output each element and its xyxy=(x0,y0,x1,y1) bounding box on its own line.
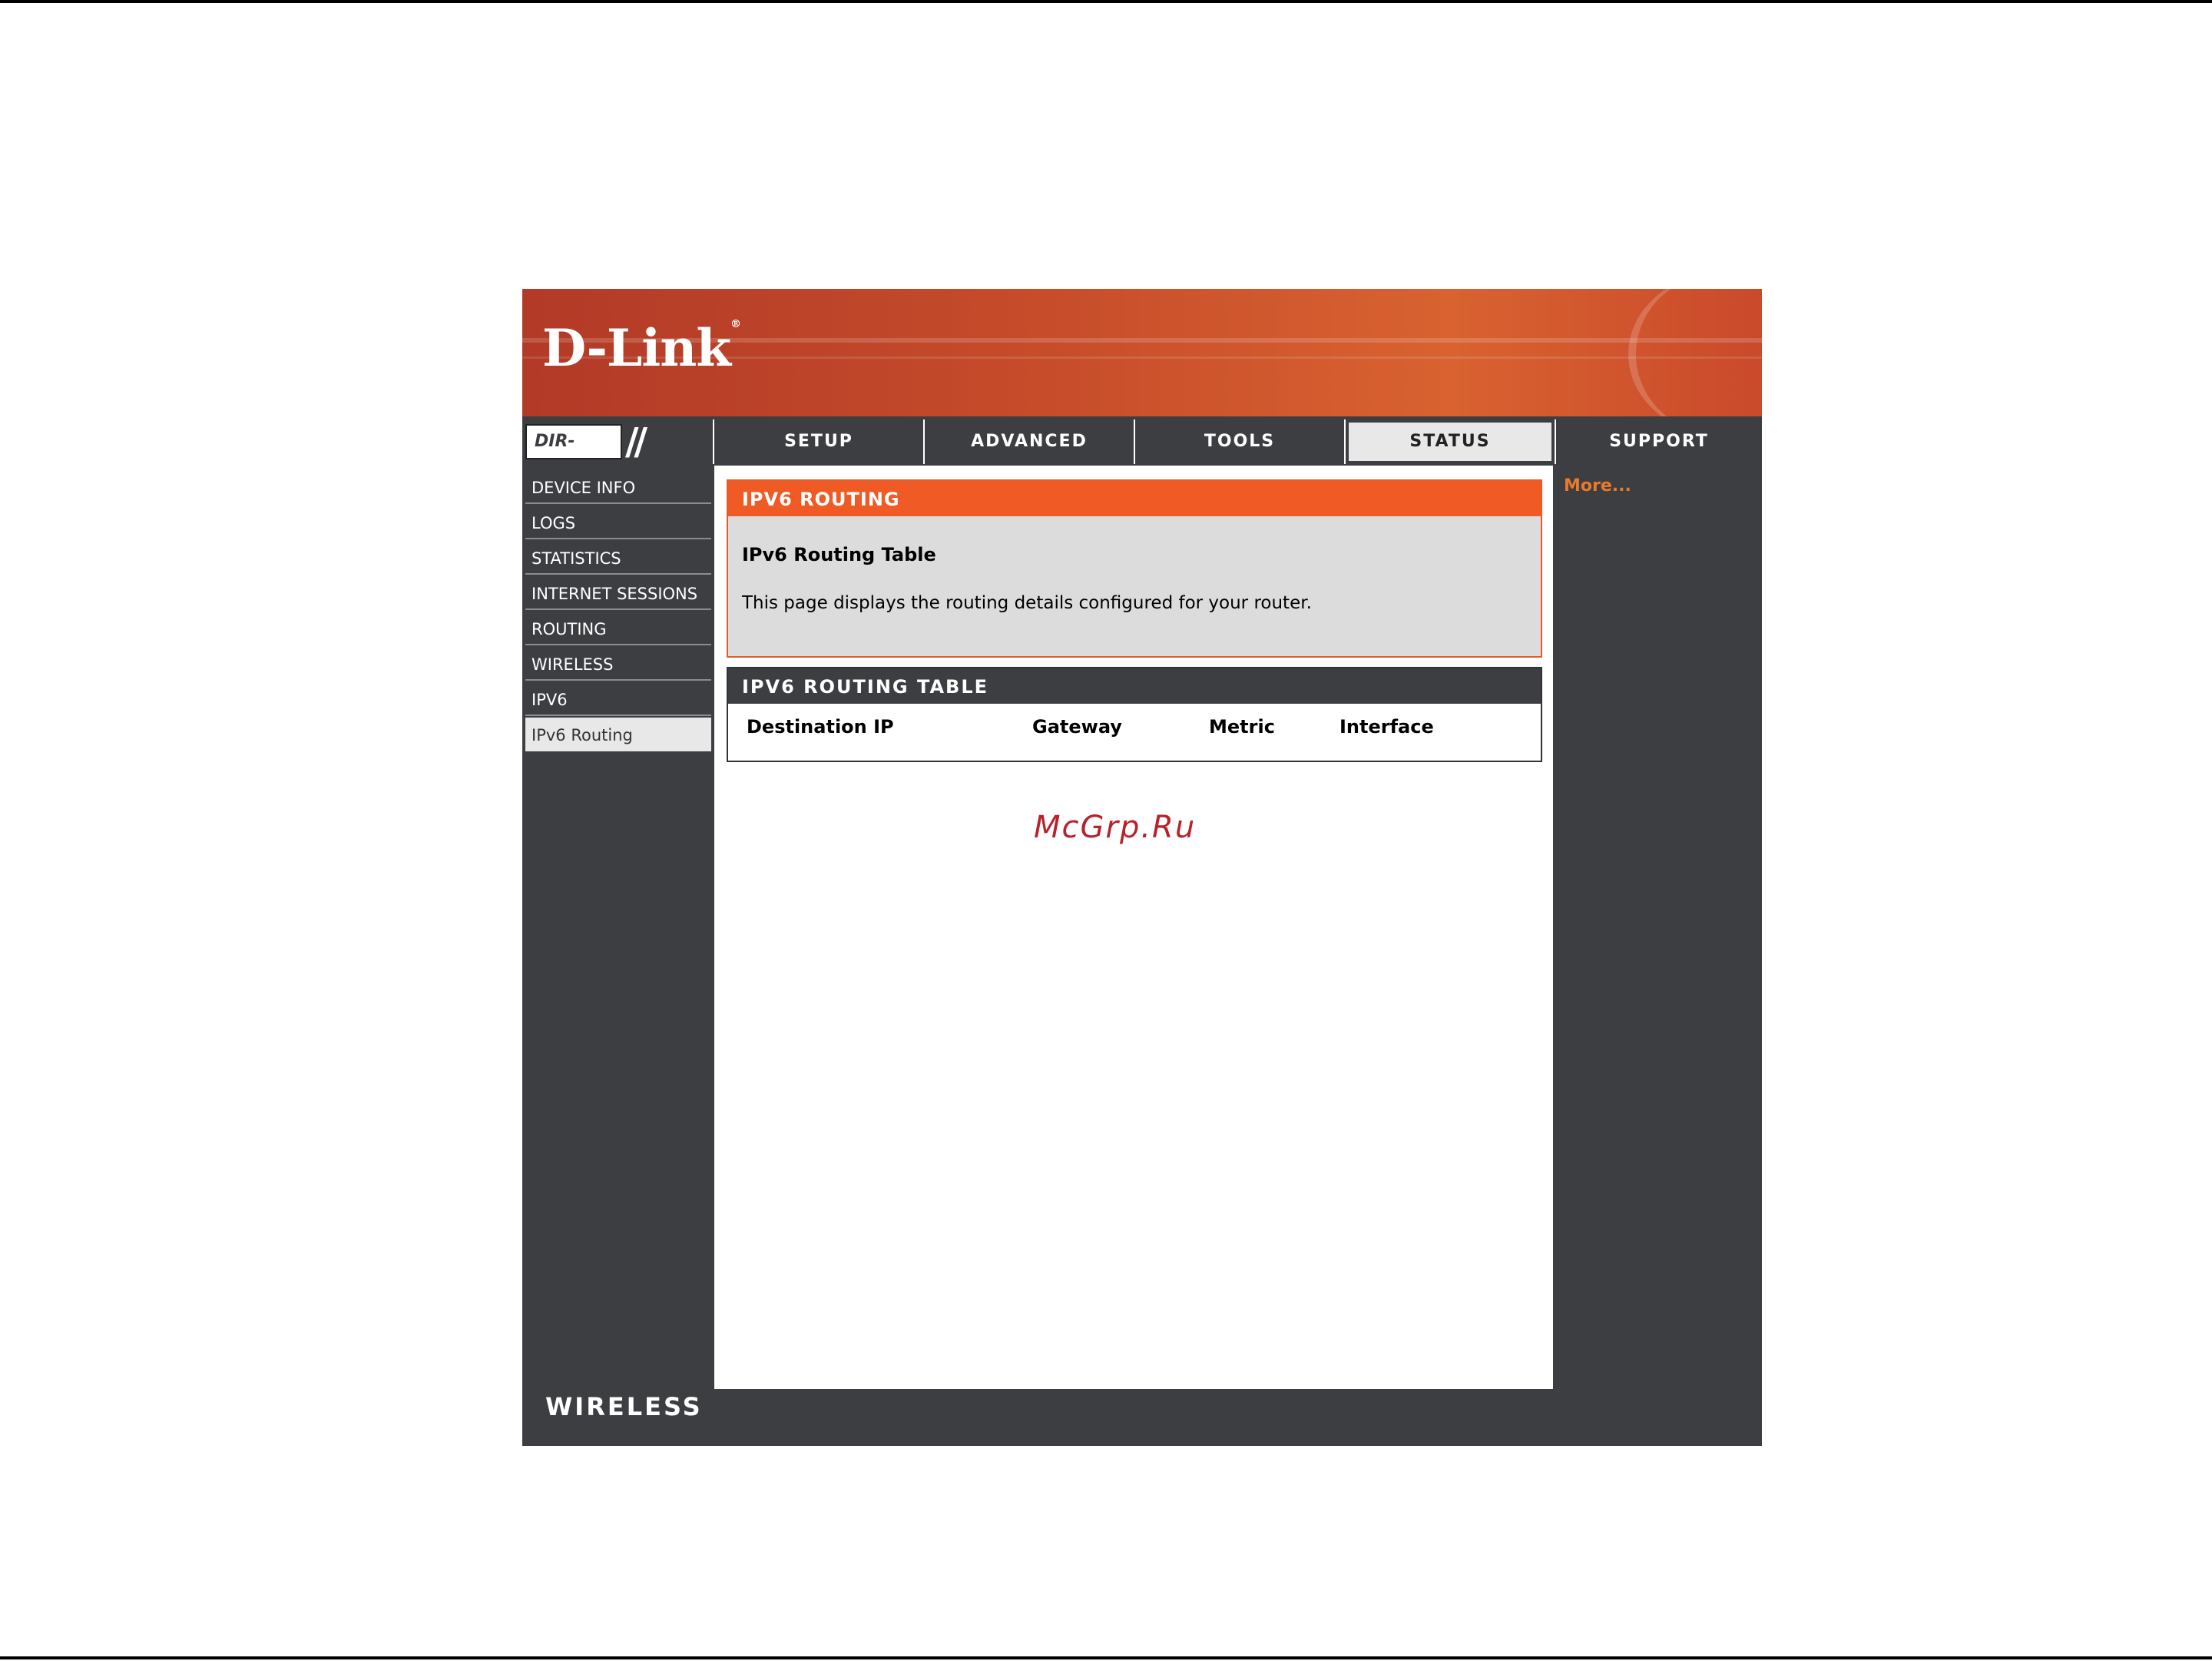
logo-text: D-Link xyxy=(542,318,731,378)
wireless-logo: WIRELESS xyxy=(545,1392,703,1421)
page-sub-heading: IPv6 Routing Table xyxy=(742,544,936,565)
more-link[interactable]: More... xyxy=(1564,476,1631,496)
sidebar-item-statistics[interactable]: STATISTICS xyxy=(525,541,711,575)
model-name: DIR-826L xyxy=(525,424,622,483)
help-panel: More... xyxy=(1555,466,1762,1386)
sidebar-item-ipv6[interactable]: IPV6 xyxy=(525,682,711,716)
ipv6-routing-table: IPV6 ROUTING TABLE Destination IP Gatewa… xyxy=(727,667,1542,762)
tab-advanced[interactable]: ADVANCED xyxy=(925,419,1134,464)
sidebar-item-routing[interactable]: ROUTING xyxy=(525,612,711,645)
watermark: McGrp.Ru xyxy=(1034,810,1197,845)
tab-setup[interactable]: SETUP xyxy=(714,419,923,464)
tab-tools[interactable]: TOOLS xyxy=(1135,419,1344,464)
dlink-banner: D-Link® xyxy=(522,289,1762,416)
sidebar-item-ipv6-routing[interactable]: IPv6 Routing xyxy=(525,718,711,751)
sidebar-item-wireless[interactable]: WIRELESS xyxy=(525,647,711,681)
sidebar: DEVICE INFO LOGS STATISTICS INTERNET SES… xyxy=(522,466,713,1386)
tab-support[interactable]: SUPPORT xyxy=(1556,419,1762,464)
page-description: This page displays the routing details c… xyxy=(742,593,1312,613)
column-header-interface: Interface xyxy=(1339,716,1434,738)
dlink-logo: D-Link® xyxy=(542,318,741,378)
top-navigation: DIR-826L // SETUP ADVANCED TOOLS STATUS … xyxy=(522,419,1762,483)
column-header-gateway: Gateway xyxy=(1032,716,1122,738)
sidebar-item-device-info[interactable]: DEVICE INFO xyxy=(525,470,711,504)
column-header-destination-ip: Destination IP xyxy=(747,716,894,738)
tab-status[interactable]: STATUS xyxy=(1346,419,1555,464)
column-header-metric: Metric xyxy=(1209,716,1275,738)
page-top-rule xyxy=(0,0,2212,3)
section-title: IPV6 ROUTING xyxy=(728,481,1541,516)
page-bottom-rule xyxy=(0,1656,2212,1659)
table-title: IPV6 ROUTING TABLE xyxy=(728,668,1541,704)
model-slashes: // xyxy=(625,420,647,463)
ipv6-routing-info-box: IPV6 ROUTING IPv6 Routing Table This pag… xyxy=(727,479,1542,658)
router-admin-page: D-Link® DIR-826L // SETUP ADVANCED TOOLS… xyxy=(522,289,1762,1446)
sidebar-item-logs[interactable]: LOGS xyxy=(525,506,711,539)
main-content: IPV6 ROUTING IPv6 Routing Table This pag… xyxy=(714,466,1553,1389)
model-badge: DIR-826L // xyxy=(522,419,713,483)
banner-swoosh xyxy=(1628,289,1762,416)
sidebar-item-internet-sessions[interactable]: INTERNET SESSIONS xyxy=(525,576,711,610)
registered-mark: ® xyxy=(730,318,741,330)
